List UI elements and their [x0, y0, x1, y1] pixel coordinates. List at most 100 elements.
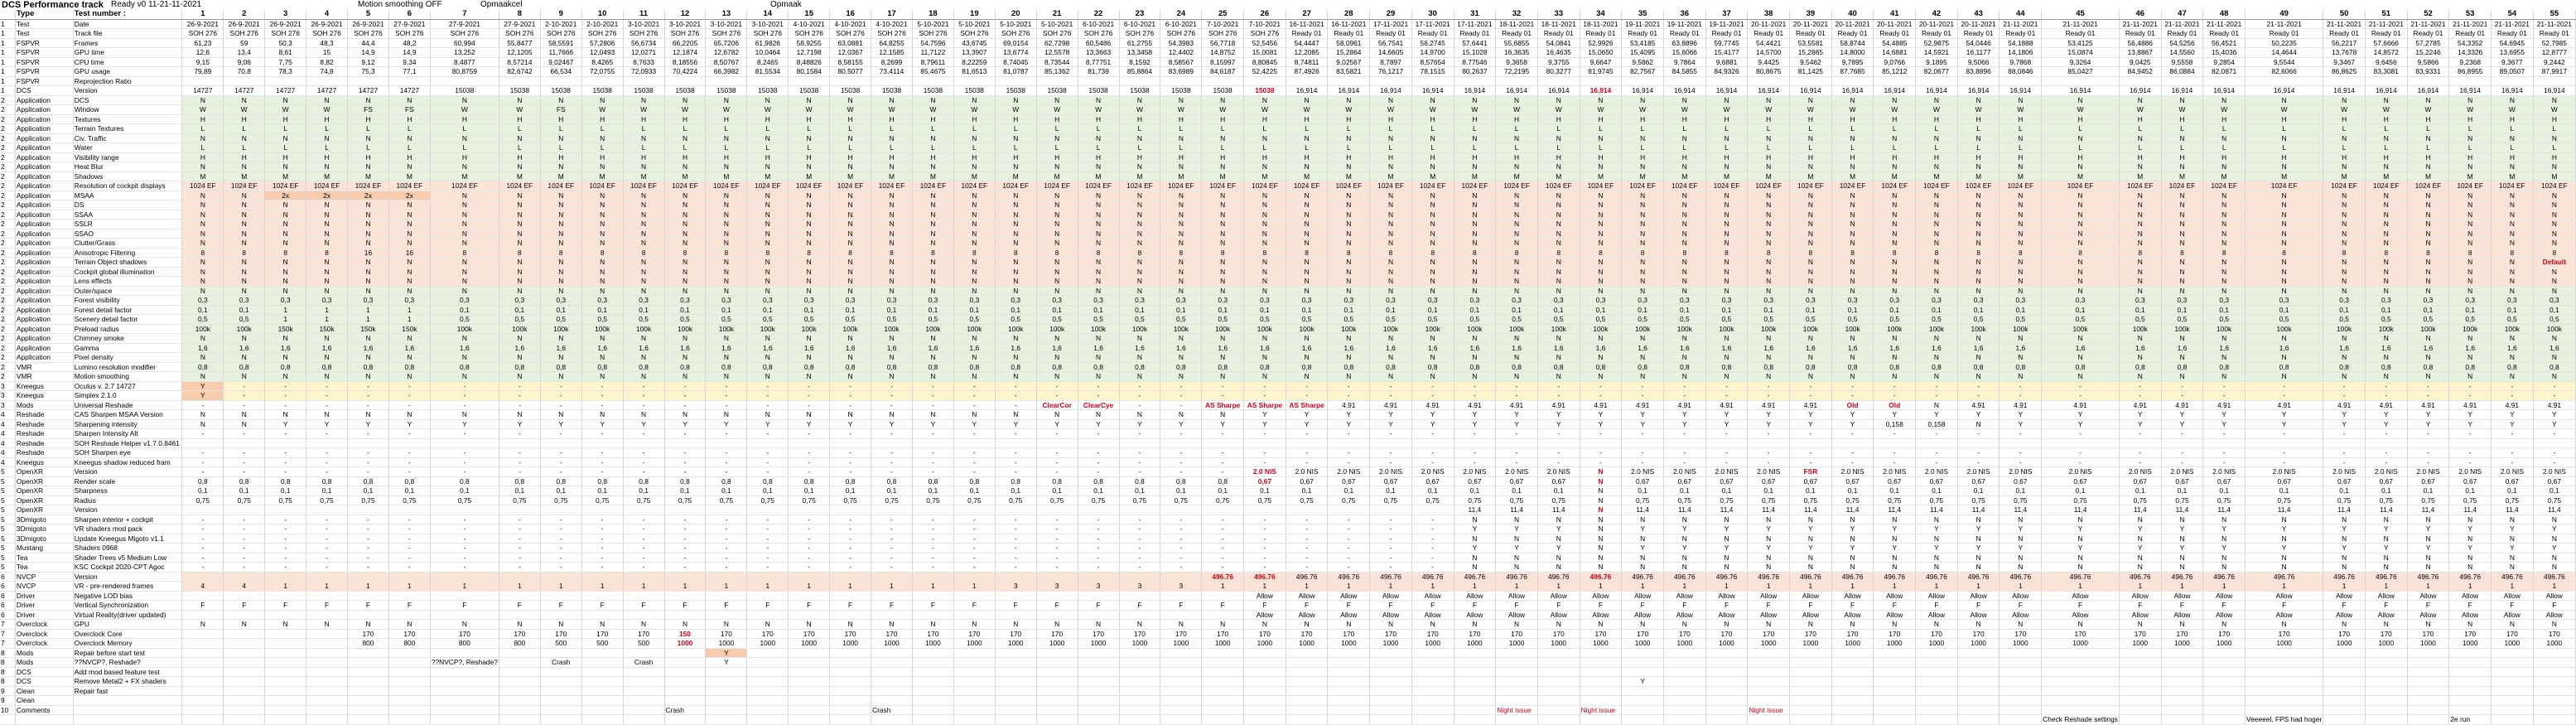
data-cell[interactable]: 12,8777	[2533, 47, 2576, 58]
data-cell[interactable]	[1621, 695, 1664, 706]
data-cell[interactable]: W	[1078, 104, 1120, 115]
data-cell[interactable]: 0,8	[1915, 362, 1958, 372]
data-cell[interactable]: Allow	[1621, 610, 1664, 620]
row-category-cell[interactable]: Mods	[15, 648, 74, 658]
data-cell[interactable]	[1327, 705, 1371, 715]
data-cell[interactable]: N	[1036, 95, 1078, 105]
data-cell[interactable]: N	[1705, 619, 1749, 630]
data-cell[interactable]: 170	[2202, 629, 2246, 639]
data-cell[interactable]: M	[2365, 172, 2408, 181]
data-cell[interactable]: N	[388, 352, 431, 363]
data-cell[interactable]: 1	[347, 314, 389, 325]
data-cell[interactable]: Allow	[1999, 610, 2043, 620]
data-cell[interactable]	[1369, 705, 1412, 715]
row-category-cell[interactable]: Driver	[15, 600, 74, 611]
data-cell[interactable]: Y	[1621, 543, 1664, 553]
data-cell[interactable]: N	[953, 238, 996, 249]
data-cell[interactable]: N	[1957, 257, 2000, 268]
data-cell[interactable]: 2.0 NIS	[2533, 466, 2576, 477]
data-cell[interactable]: N	[1957, 515, 2000, 524]
data-cell[interactable]: F	[347, 600, 389, 611]
data-cell[interactable]: -	[499, 524, 541, 534]
data-cell[interactable]: 0,1	[540, 305, 582, 315]
data-cell[interactable]: 0,3	[2119, 295, 2162, 306]
data-cell[interactable]	[499, 648, 541, 658]
data-cell[interactable]	[1078, 705, 1120, 715]
data-cell[interactable]: -	[1537, 381, 1580, 391]
data-cell[interactable]: N	[1243, 333, 1286, 344]
data-cell[interactable]: 0,1	[499, 486, 541, 496]
data-cell[interactable]: -	[746, 457, 789, 467]
data-cell[interactable]: 1024 EF	[1036, 181, 1078, 191]
data-cell[interactable]: 0,75	[746, 495, 789, 505]
data-cell[interactable]: M	[1369, 172, 1412, 181]
data-cell[interactable]	[623, 610, 665, 620]
data-cell[interactable]: 0,158	[1873, 419, 1917, 429]
data-cell[interactable]: N	[181, 619, 224, 630]
data-cell[interactable]: N	[1537, 534, 1580, 544]
data-cell[interactable]	[623, 695, 665, 706]
data-cell[interactable]: -	[388, 466, 431, 477]
data-cell[interactable]: 8	[1915, 248, 1958, 258]
data-cell[interactable]: Y	[1831, 409, 1874, 420]
data-cell[interactable]	[1201, 591, 1245, 601]
data-cell[interactable]: -	[1663, 381, 1706, 391]
header-cell-number[interactable]: 4	[306, 10, 349, 20]
row-setting-cell[interactable]: Lumino resolution modifier	[73, 362, 183, 372]
data-cell[interactable]: 100k	[499, 324, 541, 334]
data-cell[interactable]: AS Sharpe	[1286, 400, 1329, 410]
data-cell[interactable]: N	[540, 286, 582, 296]
data-cell[interactable]: 0,1	[1999, 305, 2043, 315]
data-cell[interactable]: 1000	[2161, 638, 2204, 649]
row-group-cell[interactable]: 6	[0, 600, 16, 611]
data-cell[interactable]	[2119, 76, 2162, 86]
data-cell[interactable]: 0,67	[2407, 476, 2450, 486]
data-cell[interactable]: 100k	[623, 324, 665, 334]
data-cell[interactable]: N	[2533, 200, 2576, 210]
data-cell[interactable]	[1160, 667, 1203, 677]
data-cell[interactable]: N	[181, 210, 224, 220]
data-cell[interactable]: W	[1873, 104, 1917, 115]
data-cell[interactable]: 56,2217	[2323, 38, 2366, 48]
data-cell[interactable]: W	[1705, 104, 1749, 115]
data-cell[interactable]: -	[746, 543, 789, 553]
data-cell[interactable]: Y	[1705, 409, 1749, 420]
data-cell[interactable]: 170	[2448, 629, 2492, 639]
data-cell[interactable]: N	[181, 371, 224, 382]
data-cell[interactable]: 8	[1286, 248, 1329, 258]
data-cell[interactable]	[1454, 705, 1497, 715]
row-setting-cell[interactable]	[73, 695, 183, 706]
data-cell[interactable]: N	[1454, 133, 1497, 143]
data-cell[interactable]: N	[788, 371, 831, 382]
data-cell[interactable]: -	[1119, 562, 1161, 573]
data-cell[interactable]: N	[1957, 210, 2000, 220]
data-cell[interactable]: F	[430, 600, 499, 611]
data-cell[interactable]: N	[2119, 534, 2162, 544]
data-cell[interactable]: 100k	[1873, 324, 1917, 334]
data-cell[interactable]: -	[1663, 447, 1706, 458]
data-cell[interactable]: N	[2119, 553, 2162, 563]
data-cell[interactable]: N	[953, 409, 996, 420]
data-cell[interactable]: N	[871, 200, 913, 210]
data-cell[interactable]: -	[1621, 390, 1664, 401]
data-cell[interactable]: -	[1078, 543, 1120, 553]
data-cell[interactable]: Y	[1369, 419, 1412, 429]
data-cell[interactable]: N	[1915, 95, 1958, 105]
data-cell[interactable]: -	[181, 562, 224, 573]
data-cell[interactable]	[223, 438, 266, 448]
data-cell[interactable]: 57,6441	[1454, 38, 1497, 48]
data-cell[interactable]: Y	[1747, 409, 1791, 420]
data-cell[interactable]: 83,9331	[2407, 66, 2450, 77]
data-cell[interactable]	[1036, 667, 1078, 677]
data-cell[interactable]: N	[1747, 238, 1791, 249]
data-cell[interactable]: L	[2041, 123, 2120, 134]
data-cell[interactable]: N	[388, 276, 431, 287]
data-cell[interactable]: N	[664, 219, 707, 230]
data-cell[interactable]: 0,1	[1078, 305, 1120, 315]
data-cell[interactable]: N	[1957, 219, 2000, 230]
data-cell[interactable]: -	[912, 515, 954, 524]
data-cell[interactable]: N	[2407, 352, 2450, 363]
data-cell[interactable]: N	[705, 219, 748, 230]
data-cell[interactable]: N	[2448, 162, 2492, 172]
data-cell[interactable]	[1036, 76, 1078, 86]
